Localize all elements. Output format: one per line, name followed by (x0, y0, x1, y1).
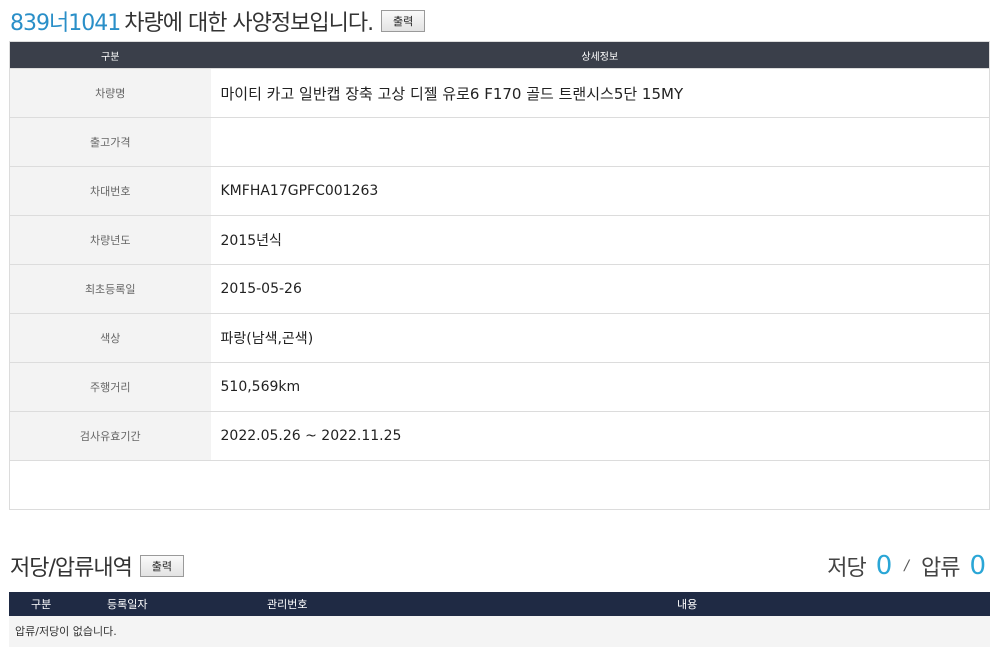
spec-row-empty (9, 460, 990, 510)
page-header: 839너1041 차량에 대한 사양정보입니다. 출력 (10, 4, 426, 38)
mortgage-label: 저당 (827, 556, 866, 581)
spec-label: 출고가격 (9, 117, 211, 167)
spec-label: 주행거리 (9, 362, 211, 412)
spec-row-model-year: 차량년도 2015년식 (9, 215, 990, 265)
spec-value: 파랑(남색,곤색) (210, 313, 990, 363)
spec-value: 마이티 카고 일반캡 장축 고상 디젤 유로6 F170 골드 트랜시스5단 1… (210, 68, 990, 118)
spec-label: 색상 (9, 313, 211, 363)
lien-counts: 저당 0 / 압류 0 (827, 548, 986, 584)
plate-number: 839너1041 (10, 11, 121, 36)
spec-label: 차대번호 (9, 166, 211, 216)
lien-col-category: 구분 (9, 592, 107, 616)
page-title: 차량에 대한 사양정보입니다. (124, 11, 374, 36)
lien-section-header: 저당/압류내역 출력 (10, 548, 184, 584)
print-spec-button[interactable]: 출력 (381, 10, 426, 32)
spec-label: 차량년도 (9, 215, 211, 265)
lien-table-header: 구분 등록일자 관리번호 내용 (9, 592, 990, 616)
col-header-detail: 상세정보 (210, 41, 990, 69)
spec-label: 검사유효기간 (9, 411, 211, 461)
lien-table: 구분 등록일자 관리번호 내용 압류/저당이 없습니다. (9, 592, 990, 647)
spec-value: KMFHA17GPFC001263 (210, 166, 990, 216)
spec-row-vehicle-name: 차량명 마이티 카고 일반캡 장축 고상 디젤 유로6 F170 골드 트랜시스… (9, 68, 990, 118)
spec-empty-cell (9, 460, 990, 510)
spec-value: 2022.05.26 ~ 2022.11.25 (210, 411, 990, 461)
spec-value: 510,569km (210, 362, 990, 412)
col-header-category: 구분 (9, 41, 211, 69)
spec-value (210, 117, 990, 167)
spec-row-price: 출고가격 (9, 117, 990, 167)
spec-row-vin: 차대번호 KMFHA17GPFC001263 (9, 166, 990, 216)
lien-empty-message: 압류/저당이 없습니다. (9, 616, 990, 647)
spec-row-inspection-period: 검사유효기간 2022.05.26 ~ 2022.11.25 (9, 411, 990, 461)
lien-section-title: 저당/압류내역 (10, 556, 133, 581)
spec-row-mileage: 주행거리 510,569km (9, 362, 990, 412)
lien-empty-row: 압류/저당이 없습니다. (9, 616, 990, 647)
print-lien-button[interactable]: 출력 (139, 555, 184, 577)
spec-value: 2015-05-26 (210, 264, 990, 314)
spec-label: 차량명 (9, 68, 211, 118)
mortgage-count: 0 (875, 551, 893, 581)
lien-col-content: 내용 (677, 592, 990, 616)
seizure-count: 0 (969, 551, 986, 581)
spec-label: 최초등록일 (9, 264, 211, 314)
lien-col-mgmt-no: 관리번호 (267, 592, 677, 616)
spec-row-first-registration: 최초등록일 2015-05-26 (9, 264, 990, 314)
seizure-label: 압류 (920, 556, 960, 581)
spec-row-color: 색상 파랑(남색,곤색) (9, 313, 990, 363)
spec-value: 2015년식 (210, 215, 990, 265)
count-separator: / (904, 558, 909, 574)
spec-table-header: 구분 상세정보 (9, 41, 990, 69)
lien-col-reg-date: 등록일자 (107, 592, 267, 616)
spec-table: 구분 상세정보 차량명 마이티 카고 일반캡 장축 고상 디젤 유로6 F170… (9, 41, 990, 510)
